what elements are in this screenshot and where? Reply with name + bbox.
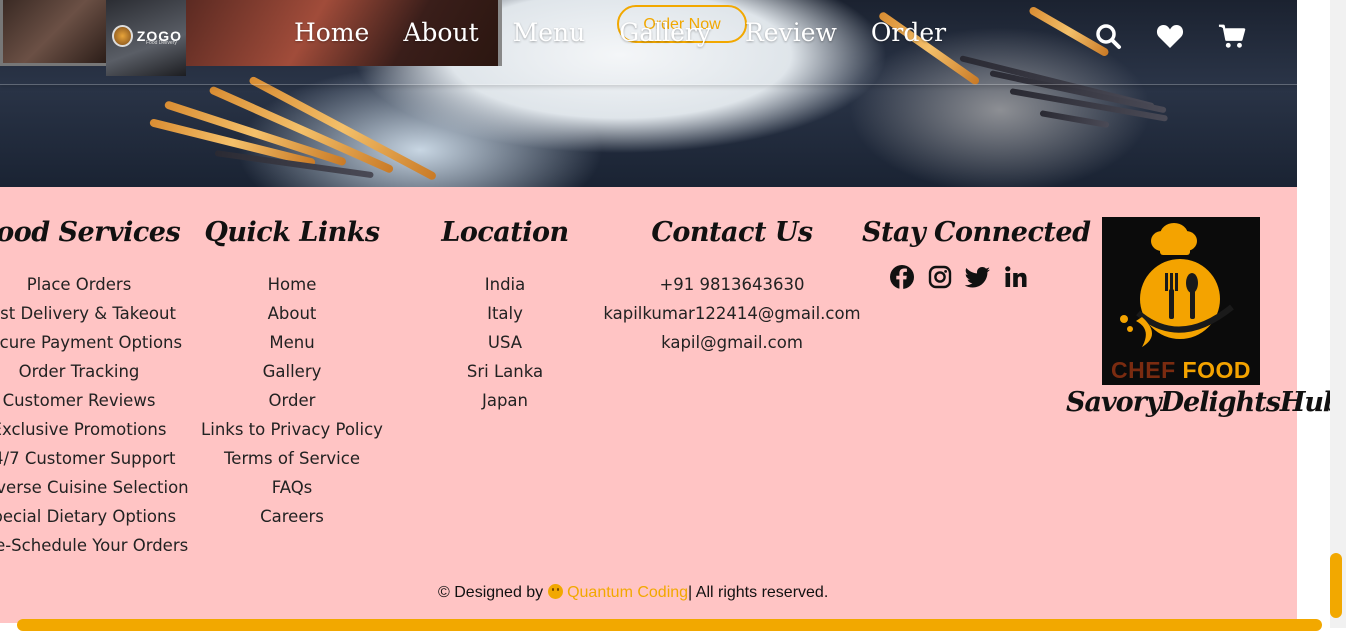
search-icon[interactable]: [1094, 22, 1122, 50]
contact-column: Contact Us +91 9813643630 kapilkumar1224…: [602, 217, 862, 357]
social-icons: [862, 264, 1056, 290]
list-item[interactable]: Fast Delivery & Takeout: [0, 299, 179, 328]
list-item[interactable]: Pre-Schedule Your Orders: [0, 531, 188, 560]
copyright-text: © Designed by Quantum Coding| All rights…: [438, 584, 828, 602]
location-title: Location: [441, 217, 569, 248]
brand-name: SavoryDelightsHub: [1066, 387, 1342, 418]
list-item[interactable]: Menu: [192, 328, 392, 357]
stay-connected-title: Stay Connected: [862, 217, 1091, 248]
location-column: Location India Italy USA Sri Lanka Japan: [405, 217, 605, 415]
chef-food-wordmark: CHEF FOOD: [1102, 357, 1260, 384]
contact-title: Contact Us: [651, 217, 813, 248]
nav-link-home[interactable]: Home: [294, 18, 369, 47]
twitter-icon[interactable]: [965, 264, 991, 290]
list-item[interactable]: Links to Privacy Policy: [192, 415, 392, 444]
contact-phone[interactable]: +91 9813643630: [602, 270, 862, 299]
smile-icon: [547, 584, 563, 599]
quick-links-list: Home About Menu Gallery Order Links to P…: [192, 270, 392, 531]
food-services-list: Place Orders Fast Delivery & Takeout Sec…: [0, 270, 189, 560]
logo-word-chef: CHEF: [1111, 357, 1176, 383]
nav-link-about[interactable]: About: [403, 18, 478, 47]
food-services-column: Food Services Place Orders Fast Delivery…: [0, 217, 189, 560]
logo-word-food: FOOD: [1182, 357, 1251, 383]
list-item[interactable]: Secure Payment Options: [0, 328, 182, 357]
nav-links: Home About Menu Gallery Review Order: [294, 18, 946, 47]
nav-link-menu[interactable]: Menu: [513, 18, 586, 47]
list-item[interactable]: Customer Reviews: [0, 386, 179, 415]
contact-email[interactable]: kapil@gmail.com: [602, 328, 862, 357]
facebook-icon[interactable]: [889, 264, 915, 290]
list-item[interactable]: Italy: [405, 299, 605, 328]
footer: Food Services Place Orders Fast Delivery…: [0, 187, 1342, 623]
list-item[interactable]: Diverse Cuisine Selection: [0, 473, 189, 502]
instagram-icon[interactable]: [927, 264, 953, 290]
contact-list: +91 9813643630 kapilkumar122414@gmail.co…: [602, 270, 862, 357]
list-item[interactable]: Home: [192, 270, 392, 299]
list-item[interactable]: Sri Lanka: [405, 357, 605, 386]
stay-connected-column: Stay Connected: [862, 217, 1091, 290]
nav-link-order[interactable]: Order: [871, 18, 946, 47]
list-item[interactable]: FAQs: [192, 473, 392, 502]
copyright-prefix: © Designed by: [438, 584, 548, 601]
location-list: India Italy USA Sri Lanka Japan: [405, 270, 605, 415]
list-item[interactable]: Special Dietary Options: [0, 502, 179, 531]
nav-icons: [1094, 22, 1246, 50]
list-item[interactable]: Order: [192, 386, 392, 415]
list-item[interactable]: Terms of Service: [192, 444, 392, 473]
list-item[interactable]: Careers: [192, 502, 392, 531]
chef-food-logo: CHEF FOOD: [1102, 217, 1260, 385]
list-item[interactable]: Exclusive Promotions: [0, 415, 179, 444]
list-item[interactable]: Gallery: [192, 357, 392, 386]
scrollbar-track[interactable]: [1330, 0, 1346, 628]
cart-icon[interactable]: [1218, 22, 1246, 50]
nav-link-gallery[interactable]: Gallery: [619, 18, 711, 47]
heart-icon[interactable]: [1156, 22, 1184, 50]
linkedin-icon[interactable]: [1003, 264, 1029, 290]
nav-link-review[interactable]: Review: [745, 18, 837, 47]
quick-links-title: Quick Links: [204, 217, 380, 248]
bottom-accent-bar: [17, 619, 1322, 631]
page-margin: [1297, 84, 1330, 628]
navbar: Order Now Home About Menu Gallery Review…: [0, 0, 1330, 85]
list-item[interactable]: Place Orders: [0, 270, 179, 299]
contact-email[interactable]: kapilkumar122414@gmail.com: [602, 299, 862, 328]
list-item[interactable]: India: [405, 270, 605, 299]
list-item[interactable]: About: [192, 299, 392, 328]
list-item[interactable]: 24/7 Customer Support: [0, 444, 179, 473]
author-link[interactable]: Quantum Coding: [567, 584, 688, 601]
list-item[interactable]: Japan: [405, 386, 605, 415]
list-item[interactable]: USA: [405, 328, 605, 357]
scrollbar-thumb[interactable]: [1330, 553, 1342, 618]
list-item[interactable]: Order Tracking: [0, 357, 179, 386]
quick-links-column: Quick Links Home About Menu Gallery Orde…: [192, 217, 392, 531]
copyright-suffix: | All rights reserved.: [688, 584, 829, 601]
food-services-title: Food Services: [0, 217, 181, 248]
knife-decoration: [1039, 110, 1110, 129]
